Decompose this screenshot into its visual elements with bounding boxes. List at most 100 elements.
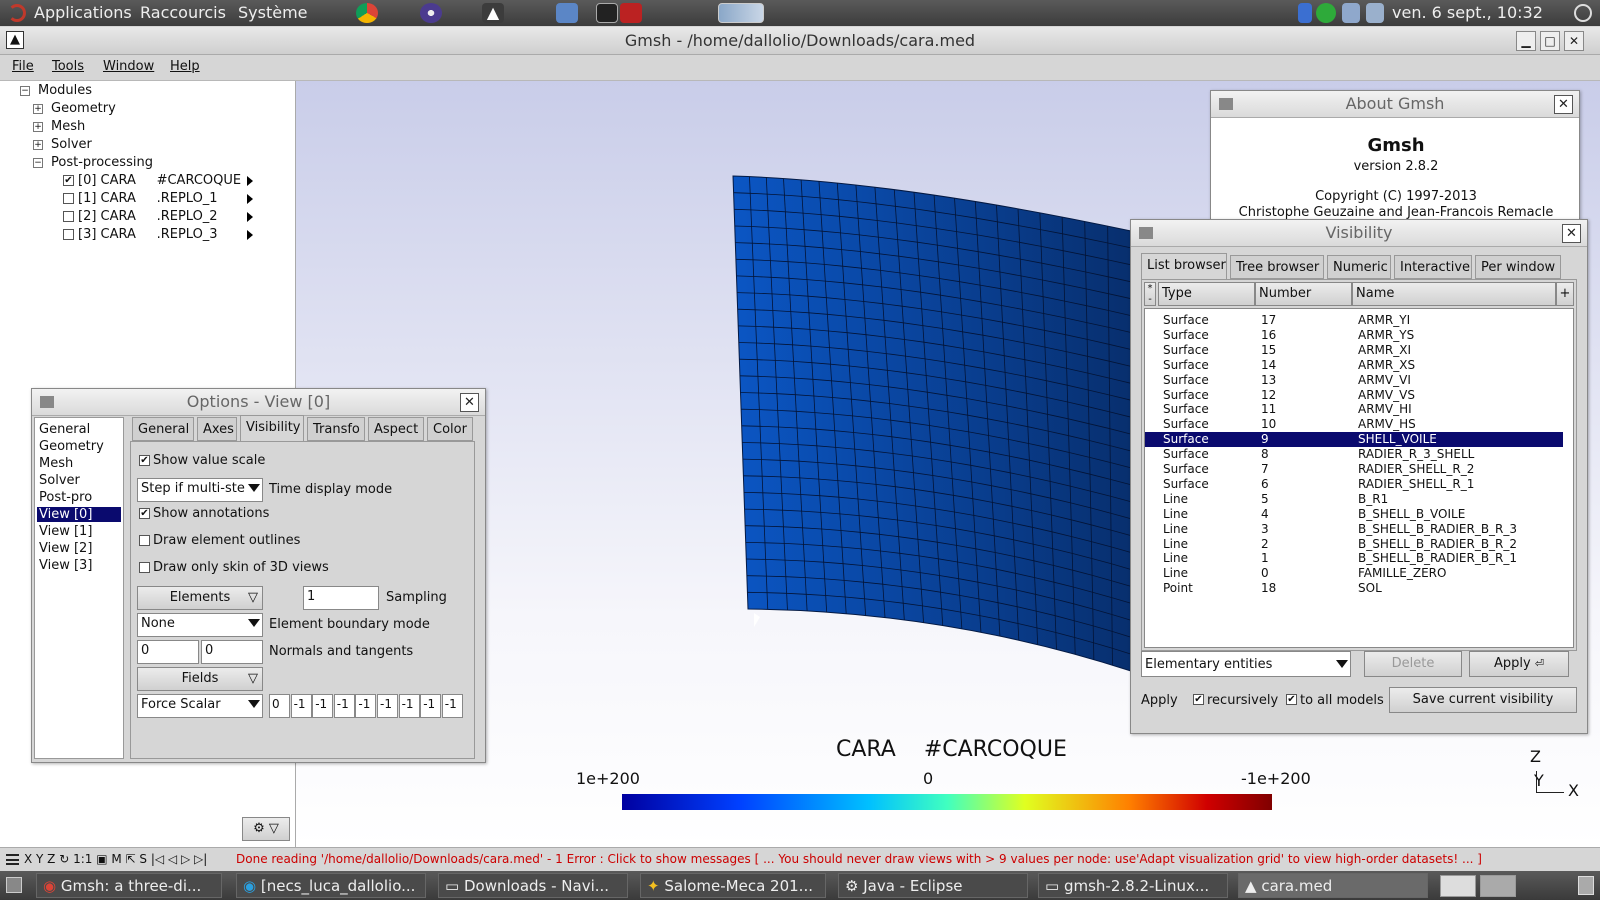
terminal-launcher-icon[interactable] (596, 3, 618, 23)
force-field-input[interactable]: -1 (290, 694, 312, 718)
window-titlebar[interactable]: ▲ Gmsh - /home/dallolio/Downloads/cara.m… (0, 27, 1600, 55)
tab-numeric[interactable]: Numeric (1327, 255, 1391, 279)
task-gmsh-folder[interactable]: ▭ gmsh-2.8.2-Linux... (1038, 873, 1228, 898)
mail-launcher-icon[interactable] (556, 3, 578, 23)
power-icon[interactable] (1574, 4, 1592, 22)
network-icon[interactable] (1342, 3, 1360, 23)
view-2-menu-arrow-icon[interactable] (247, 212, 253, 222)
menu-tools[interactable]: Tools (52, 59, 84, 74)
task-eclipse[interactable]: ⚙ Java - Eclipse (838, 873, 1028, 898)
show-value-scale-checkbox[interactable]: ✔ (139, 455, 150, 466)
workspace-switcher-icon[interactable] (718, 3, 764, 23)
table-row[interactable]: Line 5 B_R1 (1145, 492, 1563, 507)
status-message[interactable]: Done reading '/home/dallolio/Downloads/c… (236, 852, 1482, 866)
view-1-menu-arrow-icon[interactable] (247, 194, 253, 204)
collapse-modules-icon[interactable]: − (20, 86, 30, 96)
category-geometry[interactable]: Geometry (39, 439, 104, 454)
category-post-pro[interactable]: Post-pro (39, 490, 92, 505)
tab-list-browser[interactable]: List browser (1141, 253, 1227, 279)
table-row[interactable]: Surface 14 ARMR_XS (1145, 358, 1563, 373)
gear-menu-button[interactable]: ⚙ ▽ (242, 817, 290, 841)
chrome-launcher-icon[interactable] (356, 3, 378, 23)
tab-transfo[interactable]: Transfo (307, 417, 365, 441)
bluetooth-icon[interactable] (1298, 3, 1312, 23)
table-row[interactable]: Line 2 B_SHELL_B_RADIER_B_R_2 (1145, 537, 1563, 552)
tree-geometry[interactable]: Geometry (51, 101, 116, 116)
category-view-1[interactable]: View [1] (39, 524, 92, 539)
table-row[interactable]: Surface 10 ARMV_HS (1145, 417, 1563, 432)
task-skype[interactable]: ◉ [necs_luca_dallolio... (236, 873, 426, 898)
pdf-launcher-icon[interactable] (620, 3, 642, 23)
table-row[interactable]: Line 4 B_SHELL_B_VOILE (1145, 507, 1563, 522)
category-view-3[interactable]: View [3] (39, 558, 92, 573)
draw-outlines-checkbox[interactable] (139, 535, 150, 546)
view-0-checkbox[interactable]: ✔ (63, 175, 74, 186)
tab-aspect[interactable]: Aspect (368, 417, 424, 441)
tab-axes[interactable]: Axes (197, 417, 237, 441)
menu-shortcuts[interactable]: Raccourcis (140, 3, 226, 22)
trash-icon[interactable] (1578, 876, 1594, 895)
show-desktop-icon[interactable] (6, 877, 22, 893)
table-row[interactable]: Surface 16 ARMR_YS (1145, 328, 1563, 343)
close-window-button[interactable]: ✕ (1564, 31, 1584, 51)
to-all-models-checkbox[interactable]: ✔ (1286, 694, 1297, 705)
apply-button[interactable]: Apply ⏎ (1469, 651, 1569, 677)
hamburger-icon[interactable] (6, 854, 19, 865)
clock[interactable]: ven. 6 sept., 10:32 (1392, 3, 1543, 22)
force-field-select[interactable]: Force Scalar (137, 694, 263, 718)
column-type-header[interactable]: Type (1158, 282, 1255, 306)
about-title[interactable]: About Gmsh (1211, 91, 1579, 118)
menu-file[interactable]: File (12, 59, 34, 74)
category-view-2[interactable]: View [2] (39, 541, 92, 556)
force-field-input[interactable]: -1 (377, 694, 398, 718)
task-gmsh-browser[interactable]: ◉ Gmsh: a three-di... (36, 873, 222, 898)
force-field-input[interactable]: -1 (441, 694, 463, 718)
category-general[interactable]: General (39, 422, 90, 437)
table-row[interactable]: Surface 6 RADIER_SHELL_R_1 (1145, 477, 1563, 492)
table-row[interactable]: Surface 15 ARMR_XI (1145, 343, 1563, 358)
menu-applications[interactable]: Applications (34, 3, 132, 22)
options-title[interactable]: Options - View [0] (32, 389, 485, 416)
force-field-input[interactable]: -1 (333, 694, 355, 718)
maximize-button[interactable]: □ (1540, 31, 1560, 51)
column-name-header[interactable]: Name (1352, 282, 1556, 306)
tab-general[interactable]: General (132, 417, 194, 441)
expand-mesh-icon[interactable]: + (33, 122, 43, 132)
time-display-mode-select[interactable]: Step if multi-ste (137, 478, 263, 502)
boundary-mode-select[interactable]: None (137, 613, 263, 637)
expand-solver-icon[interactable]: + (33, 140, 43, 150)
tangents-input[interactable]: 0 (201, 640, 263, 664)
recursively-checkbox[interactable]: ✔ (1193, 694, 1204, 705)
table-row[interactable]: Line 3 B_SHELL_B_RADIER_B_R_3 (1145, 522, 1563, 537)
workspace-1-icon[interactable] (1440, 875, 1476, 897)
elements-menu-button[interactable]: Elements ▽ (137, 586, 263, 610)
menu-system[interactable]: Système (238, 3, 308, 22)
tab-visibility[interactable]: Visibility (240, 415, 304, 441)
view-1-checkbox[interactable] (63, 193, 74, 204)
category-mesh[interactable]: Mesh (39, 456, 73, 471)
table-row[interactable]: Point 18 SOL (1145, 581, 1563, 596)
entity-list[interactable]: Surface 17 ARMR_YI Surface 16 ARMR_YS Surface 1… (1144, 308, 1574, 648)
table-row[interactable]: Surface 7 RADIER_SHELL_R_2 (1145, 462, 1563, 477)
tree-modules[interactable]: Modules (38, 83, 92, 98)
task-downloads[interactable]: ▭ Downloads - Navi... (438, 873, 628, 898)
save-visibility-button[interactable]: Save current visibility (1389, 687, 1577, 713)
task-salome[interactable]: ✦ Salome-Meca 201... (640, 873, 826, 898)
sampling-input[interactable]: 1 (303, 586, 379, 610)
view-3-checkbox[interactable] (63, 229, 74, 240)
table-row[interactable]: Line 1 B_SHELL_B_RADIER_B_R_1 (1145, 551, 1563, 566)
show-annotations-checkbox[interactable]: ✔ (139, 508, 150, 519)
table-row[interactable]: Surface 11 ARMV_HI (1145, 402, 1563, 417)
visibility-title[interactable]: Visibility (1131, 220, 1587, 247)
options-close-button[interactable]: ✕ (460, 393, 479, 412)
distro-logo-icon[interactable] (8, 4, 26, 22)
force-field-input[interactable]: -1 (398, 694, 420, 718)
tab-interactive[interactable]: Interactive (1394, 255, 1472, 279)
visibility-close-button[interactable]: ✕ (1562, 224, 1581, 243)
draw-skin-checkbox[interactable] (139, 562, 150, 573)
tree-solver[interactable]: Solver (51, 137, 92, 152)
tree-post-processing[interactable]: Post-processing (51, 155, 153, 170)
minimize-button[interactable]: ▁ (1516, 31, 1536, 51)
tab-tree-browser[interactable]: Tree browser (1230, 255, 1324, 279)
tree-view-2[interactable]: [2] CARA .REPLO_2 (78, 209, 218, 224)
